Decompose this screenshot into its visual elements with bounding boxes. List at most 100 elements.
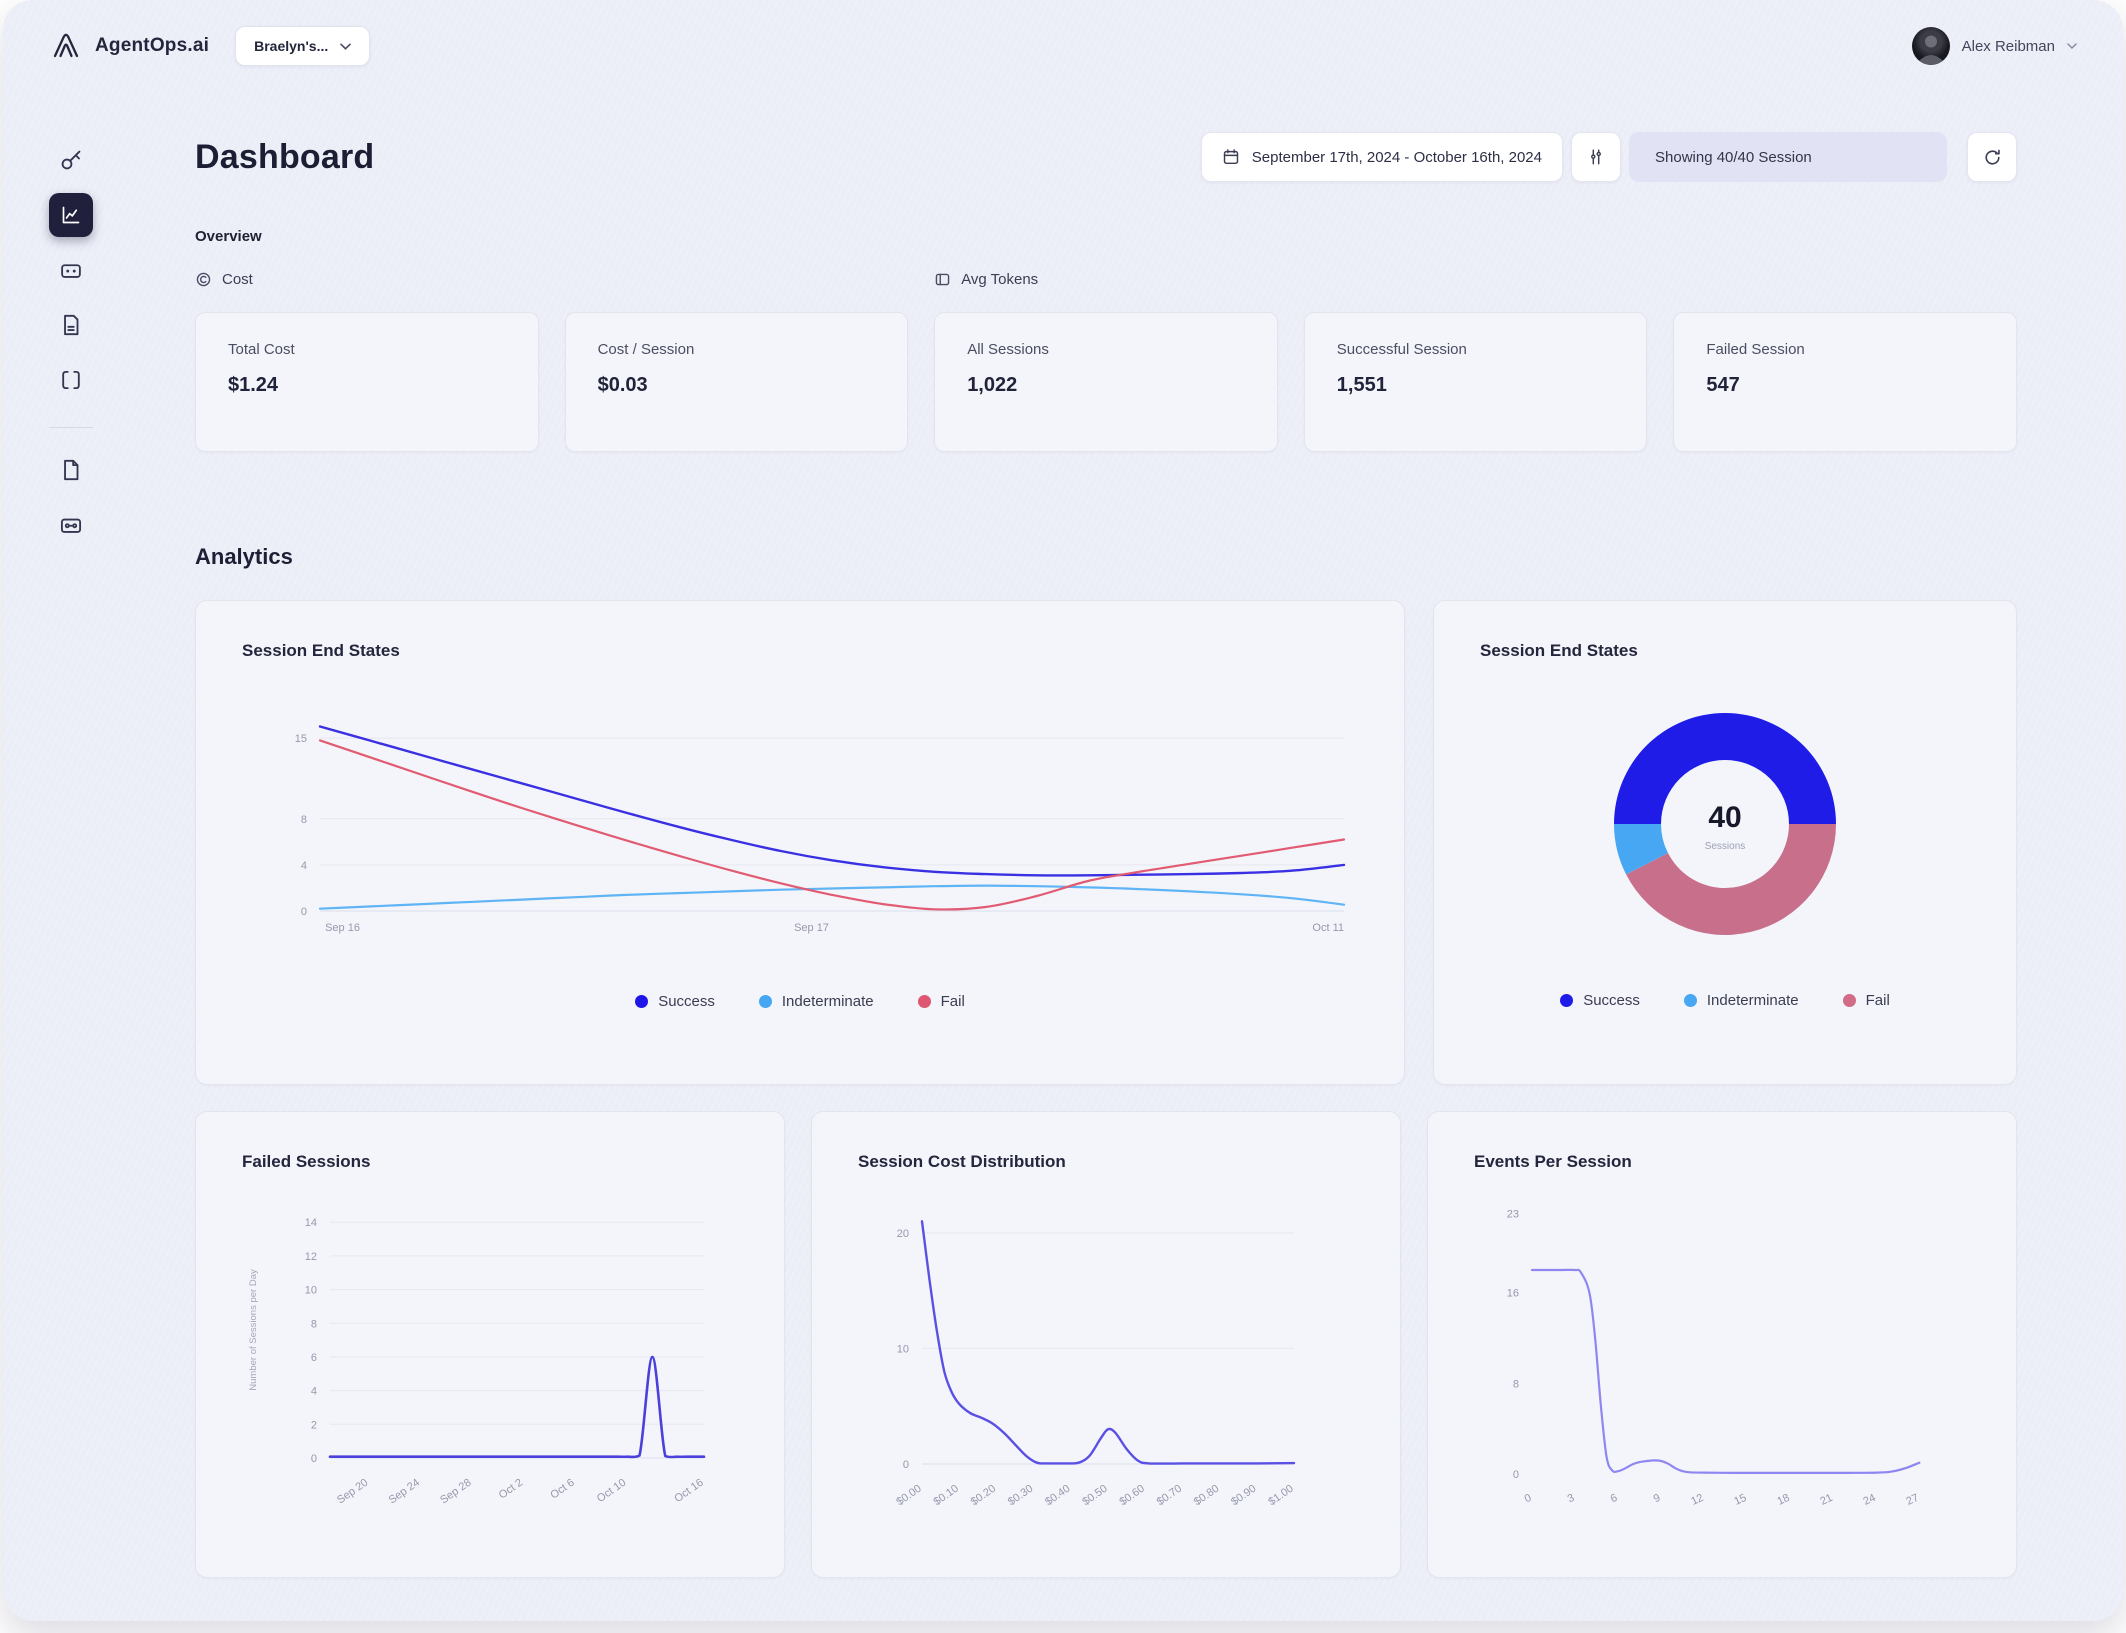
svg-text:10: 10 (897, 1343, 909, 1355)
coin-icon (195, 271, 212, 288)
chart-card-session-end-states-donut: Session End States 40 Sessions Success In… (1433, 600, 2017, 1085)
chart-card-events-per-session: Events Per Session 23 16 8 0 0 3 6 9 12 15 18 21 24 2… (1427, 1111, 2017, 1578)
chart-card-session-end-states-line: Session End States 15 8 4 0 Sep 16 Sep 17 Oct … (195, 600, 1405, 1085)
main-content: Dashboard September 17th, 2024 - October… (139, 132, 2123, 1578)
sidebar (3, 92, 139, 1621)
legend-dot (635, 995, 649, 1008)
sidebar-item-playground[interactable] (49, 503, 93, 547)
calendar-icon (1222, 148, 1240, 166)
user-menu[interactable]: Alex Reibman (1911, 27, 2077, 65)
svg-text:Sep 20: Sep 20 (335, 1477, 370, 1507)
brand-logo[interactable]: AgentOps.ai (49, 29, 209, 63)
legend-item[interactable]: Success (635, 993, 715, 1010)
svg-text:3: 3 (1566, 1492, 1577, 1505)
svg-text:18: 18 (1775, 1492, 1791, 1508)
chart-legend: Success Indeterminate Fail (242, 993, 1358, 1010)
session-end-states-donut-chart (1614, 713, 1836, 940)
svg-text:0: 0 (1513, 1469, 1519, 1481)
sidebar-item-api-keys[interactable] (49, 138, 93, 182)
legend-item[interactable]: Fail (1842, 992, 1890, 1009)
chevron-down-icon (2067, 43, 2077, 49)
svg-text:Oct 2: Oct 2 (497, 1477, 525, 1502)
svg-text:$0.60: $0.60 (1117, 1483, 1146, 1509)
toggle-avg-tokens-label: Avg Tokens (961, 271, 1039, 288)
avatar (1911, 27, 1950, 65)
sidebar-item-docs[interactable] (49, 448, 93, 492)
sidebar-item-reports[interactable] (49, 303, 93, 347)
svg-text:21: 21 (1818, 1492, 1834, 1508)
svg-text:0: 0 (311, 1453, 317, 1465)
chart-title: Session Cost Distribution (858, 1152, 1066, 1171)
svg-text:$0.40: $0.40 (1043, 1483, 1072, 1509)
chart-card-failed-sessions: Failed Sessions 14 12 10 8 6 4 2 0 Sep 20 Sep 24 S… (195, 1111, 785, 1578)
svg-text:9: 9 (1652, 1492, 1663, 1505)
legend-item[interactable]: Fail (917, 993, 965, 1010)
showing-sessions-badge: Showing 40/40 Session (1629, 132, 1947, 182)
app-window: AgentOps.ai Braelyn's... Alex Reibman Da… (3, 0, 2123, 1621)
svg-text:0: 0 (903, 1459, 909, 1471)
sidebar-item-dashboard[interactable] (49, 193, 93, 237)
svg-text:8: 8 (311, 1318, 317, 1330)
chart-title: Session End States (242, 641, 400, 660)
stat-card-total-cost: Total Cost $1.24 (195, 312, 539, 452)
svg-text:12: 12 (305, 1251, 317, 1263)
filter-button[interactable] (1571, 132, 1621, 182)
svg-text:Sep 16: Sep 16 (325, 922, 360, 934)
svg-text:Oct 6: Oct 6 (548, 1477, 576, 1502)
key-icon (58, 147, 84, 173)
legend-dot (917, 995, 931, 1008)
svg-text:20: 20 (897, 1228, 909, 1240)
svg-text:Sep 17: Sep 17 (794, 922, 829, 934)
svg-text:$0.90: $0.90 (1229, 1483, 1258, 1509)
legend-item[interactable]: Success (1560, 992, 1640, 1009)
agentops-logo-icon (49, 29, 83, 63)
svg-text:$0.10: $0.10 (931, 1483, 960, 1509)
legend-label: Indeterminate (1706, 992, 1799, 1009)
svg-text:$0.80: $0.80 (1192, 1483, 1221, 1509)
svg-text:Oct 11: Oct 11 (1312, 922, 1344, 934)
events-per-session-chart: 23 16 8 0 0 3 6 9 12 15 18 21 24 27 (1474, 1186, 1970, 1538)
svg-text:23: 23 (1507, 1208, 1519, 1220)
svg-text:6: 6 (311, 1352, 317, 1364)
svg-text:Sep 24: Sep 24 (387, 1477, 422, 1507)
session-cost-distribution-chart: 20 10 0 $0.00 $0.10 $0.20 $0.30 $0.40 $0.50 $0.60… (858, 1186, 1354, 1538)
chart-title: Session End States (1480, 641, 1638, 660)
analytics-heading: Analytics (195, 544, 293, 569)
sidebar-item-traces[interactable] (49, 358, 93, 402)
svg-text:8: 8 (1513, 1378, 1519, 1390)
svg-text:Oct 16: Oct 16 (672, 1477, 705, 1505)
chart-title: Events Per Session (1474, 1152, 1632, 1171)
svg-text:$1.00: $1.00 (1266, 1483, 1295, 1509)
svg-text:27: 27 (1904, 1492, 1920, 1508)
overview-cards: Total Cost $1.24 Cost / Session $0.03 Al… (195, 312, 2017, 452)
svg-text:14: 14 (305, 1217, 317, 1229)
brackets-icon (58, 367, 84, 393)
svg-text:4: 4 (311, 1386, 317, 1398)
chevron-down-icon (340, 43, 352, 50)
svg-text:$0.50: $0.50 (1080, 1483, 1109, 1509)
toggle-cost[interactable]: Cost (195, 271, 539, 288)
svg-text:8: 8 (301, 814, 307, 826)
svg-text:2: 2 (311, 1419, 317, 1431)
svg-text:0: 0 (301, 906, 307, 918)
workspace-dropdown[interactable]: Braelyn's... (235, 26, 371, 66)
chart-legend: Success Indeterminate Fail (1480, 992, 1970, 1009)
svg-text:12: 12 (1689, 1492, 1705, 1508)
refresh-button[interactable] (1967, 132, 2017, 182)
legend-label: Fail (940, 993, 965, 1010)
workspace-name: Braelyn's... (254, 38, 329, 54)
legend-item[interactable]: Indeterminate (758, 993, 874, 1010)
stat-card-failed-session: Failed Session 547 (1673, 312, 2017, 452)
overview-heading: Overview (195, 228, 262, 245)
legend-item[interactable]: Indeterminate (1683, 992, 1799, 1009)
id-card-icon (58, 512, 84, 538)
date-range-button[interactable]: September 17th, 2024 - October 16th, 202… (1200, 132, 1563, 182)
toggle-avg-tokens[interactable]: Avg Tokens (934, 271, 1278, 288)
stat-card-successful-session: Successful Session 1,551 (1303, 312, 1648, 452)
stat-card-all-sessions: All Sessions 1,022 (934, 312, 1278, 452)
sidebar-item-sessions[interactable] (49, 248, 93, 292)
legend-dot (758, 995, 772, 1008)
svg-text:24: 24 (1861, 1492, 1877, 1508)
document-chart-icon (58, 312, 84, 338)
metric-toggles: Cost Avg Tokens (195, 271, 2017, 288)
